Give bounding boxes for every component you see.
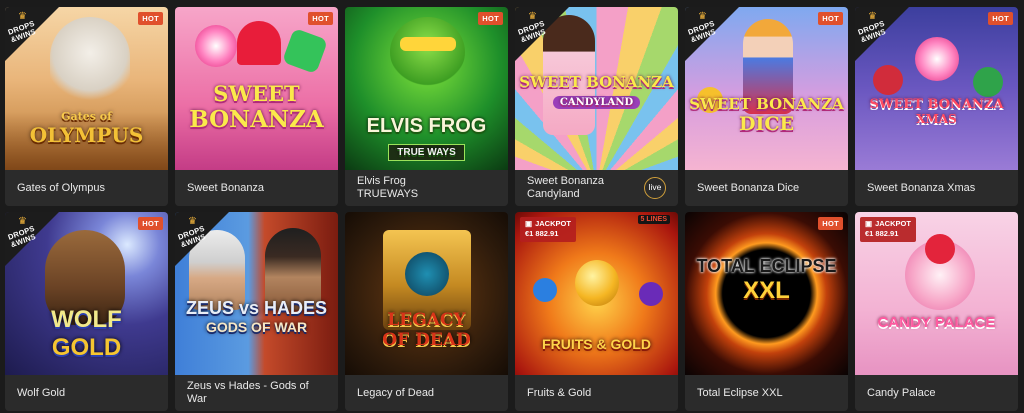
hot-badge: HOT xyxy=(478,12,503,25)
game-logo: SWEET BONANZA XMAS xyxy=(869,97,1004,126)
hot-badge: HOT xyxy=(988,12,1013,25)
jackpot-icon: ▣ xyxy=(865,219,873,228)
game-logo: FRUITS & GOLD xyxy=(542,336,651,352)
game-card-legacy-of-dead[interactable]: LEGACY OF DEAD Legacy of Dead xyxy=(345,212,508,411)
game-caption: Sweet Bonanza Dice xyxy=(685,170,848,206)
game-logo: SWEET BONANZA DICE xyxy=(689,95,844,135)
game-logo: LEGACY OF DEAD xyxy=(382,310,471,350)
game-card-sweet-bonanza[interactable]: SWEET BONANZA HOT Sweet Bonanza xyxy=(175,7,338,206)
game-card-total-eclipse-xxl[interactable]: TOTAL ECLIPSE XXL HOT Total Eclipse XXL xyxy=(685,212,848,411)
game-logo: ZEUS vs HADES GODS OF WAR xyxy=(185,298,328,335)
hot-badge: HOT xyxy=(138,12,163,25)
jackpot-amount: €1 882.91 xyxy=(525,229,559,238)
drops-and-wins-badge: ♛ DROPS &WINS xyxy=(855,7,909,61)
game-logo: WOLF GOLD xyxy=(51,306,122,361)
game-title: Sweet Bonanza xyxy=(187,181,265,194)
game-title: Gates of Olympus xyxy=(17,181,106,194)
hot-badge: HOT xyxy=(138,217,163,230)
game-caption: Legacy of Dead xyxy=(345,375,508,411)
hot-badge: HOT xyxy=(818,12,843,25)
game-card-candy-palace[interactable]: CANDY PALACE ▣ JACKPOT €1 882.91 Candy Pa… xyxy=(855,212,1018,411)
game-logo: ELVIS FROG TRUE WAYS xyxy=(345,115,508,161)
game-logo: Gates of OLYMPUS xyxy=(29,110,144,147)
game-caption: Wolf Gold xyxy=(5,375,168,411)
game-thumbnail[interactable]: TOTAL ECLIPSE XXL xyxy=(685,212,848,375)
game-logo: SWEET BONANZA CANDYLAND xyxy=(519,73,674,109)
game-thumbnail[interactable]: LEGACY OF DEAD xyxy=(345,212,508,375)
game-logo: TOTAL ECLIPSE XXL xyxy=(696,256,837,304)
game-caption: Candy Palace xyxy=(855,375,1018,411)
game-title: Fruits & Gold xyxy=(527,386,592,399)
game-card-gates-of-olympus[interactable]: Gates of OLYMPUS ♛ DROPS &WINS HOT Gates … xyxy=(5,7,168,206)
game-caption: Gates of Olympus xyxy=(5,170,168,206)
game-title: Sweet Bonanza Xmas xyxy=(867,181,976,194)
jackpot-icon: ▣ xyxy=(525,219,533,228)
game-card-elvis-frog[interactable]: ELVIS FROG TRUE WAYS HOT Elvis Frog TRUE… xyxy=(345,7,508,206)
game-caption: Total Eclipse XXL xyxy=(685,375,848,411)
game-title: Wolf Gold xyxy=(17,386,66,399)
game-logo: SWEET BONANZA xyxy=(189,81,324,133)
hot-badge: HOT xyxy=(308,12,333,25)
drops-and-wins-badge: ♛ DROPS &WINS xyxy=(5,7,59,61)
game-caption: Sweet Bonanza xyxy=(175,170,338,206)
game-caption: Fruits & Gold xyxy=(515,375,678,411)
drops-and-wins-badge: ♛ DROPS &WINS xyxy=(685,7,739,61)
game-title: Legacy of Dead xyxy=(357,386,435,399)
jackpot-amount: €1 882.91 xyxy=(865,229,899,238)
game-grid: Gates of OLYMPUS ♛ DROPS &WINS HOT Gates … xyxy=(5,7,1018,411)
hot-badge: HOT xyxy=(818,217,843,230)
game-caption: Sweet Bonanza Xmas xyxy=(855,170,1018,206)
game-card-sweet-bonanza-dice[interactable]: SWEET BONANZA DICE ♛ DROPS &WINS HOT Swee… xyxy=(685,7,848,206)
game-title: Sweet Bonanza Candyland xyxy=(527,175,605,200)
game-card-sweet-bonanza-candyland[interactable]: SWEET BONANZA CANDYLAND ♛ DROPS &WINS Swe… xyxy=(515,7,678,206)
game-thumbnail[interactable]: SWEET BONANZA xyxy=(175,7,338,170)
drops-and-wins-badge: ♛ DROPS &WINS xyxy=(515,7,569,61)
drops-and-wins-badge: ♛ DROPS &WINS xyxy=(175,212,229,266)
game-title: Zeus vs Hades - Gods of War xyxy=(187,380,309,405)
game-card-wolf-gold[interactable]: WOLF GOLD ♛ DROPS &WINS HOT Wolf Gold xyxy=(5,212,168,411)
game-caption: Sweet Bonanza Candyland live xyxy=(515,170,678,206)
drops-and-wins-badge: ♛ DROPS &WINS xyxy=(5,212,59,266)
jackpot-badge: ▣ JACKPOT €1 882.91 xyxy=(520,217,576,242)
game-title: Candy Palace xyxy=(867,386,936,399)
game-title: Elvis Frog TRUEWAYS xyxy=(357,175,419,200)
game-title: Sweet Bonanza Dice xyxy=(697,181,800,194)
game-logo: CANDY PALACE xyxy=(877,314,996,331)
game-caption: Zeus vs Hades - Gods of War xyxy=(175,375,338,411)
jackpot-badge: ▣ JACKPOT €1 882.91 xyxy=(860,217,916,242)
game-card-zeus-vs-hades[interactable]: ZEUS vs HADES GODS OF WAR ♛ DROPS &WINS Z… xyxy=(175,212,338,411)
game-card-fruits-and-gold[interactable]: FRUITS & GOLD ▣ JACKPOT €1 882.91 5 LINES… xyxy=(515,212,678,411)
game-card-sweet-bonanza-xmas[interactable]: SWEET BONANZA XMAS ♛ DROPS &WINS HOT Swee… xyxy=(855,7,1018,206)
game-caption: Elvis Frog TRUEWAYS xyxy=(345,170,508,206)
game-title: Total Eclipse XXL xyxy=(697,386,783,399)
game-thumbnail[interactable]: ELVIS FROG TRUE WAYS xyxy=(345,7,508,170)
lines-badge: 5 LINES xyxy=(637,215,670,224)
live-badge: live xyxy=(644,177,666,199)
